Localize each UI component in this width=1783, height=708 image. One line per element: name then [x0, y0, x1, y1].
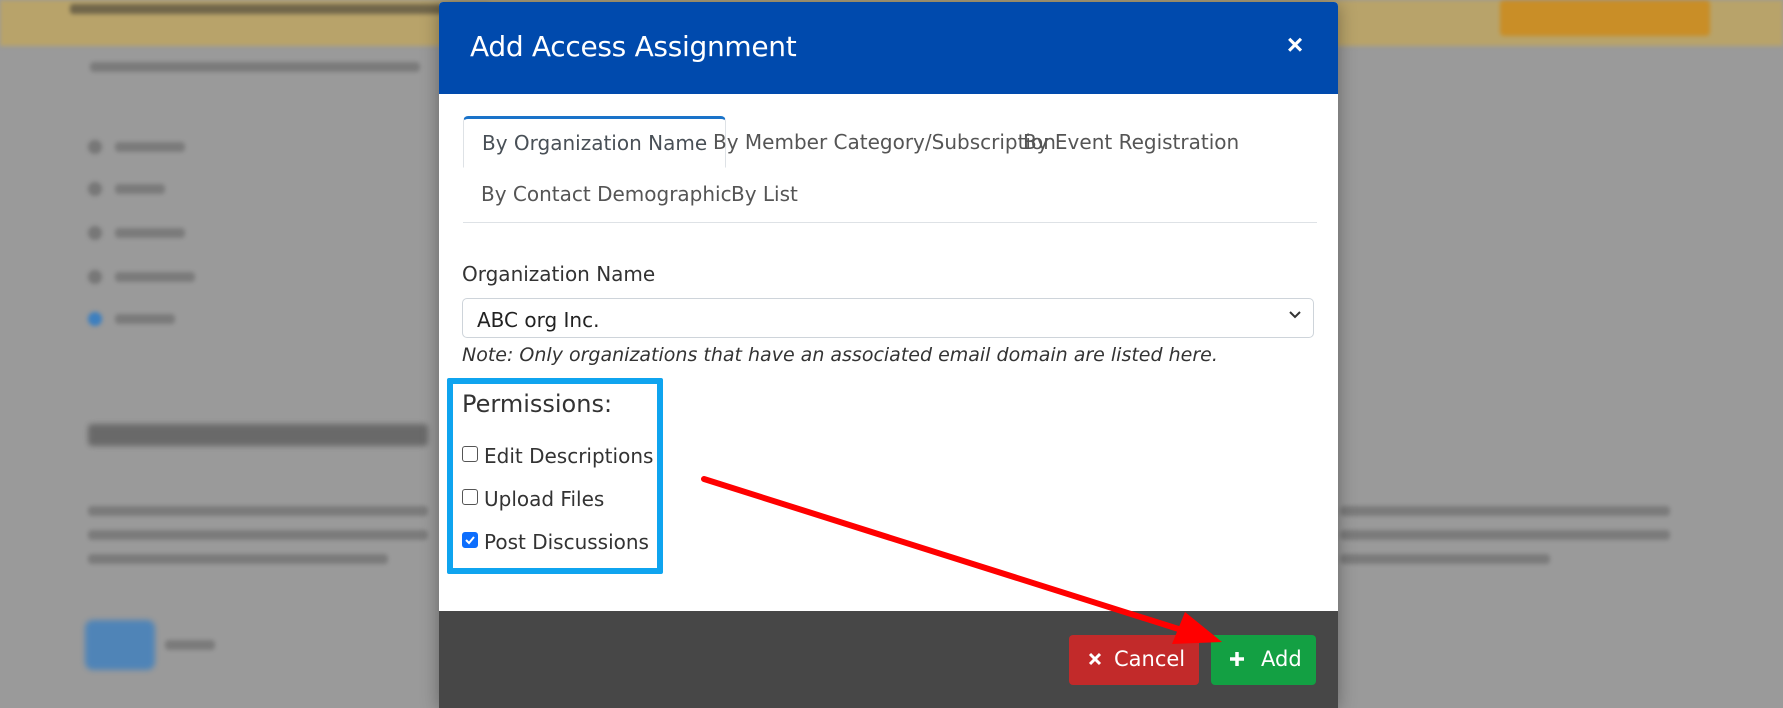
add-button[interactable]: Add — [1211, 635, 1316, 685]
cancel-label: Cancel — [1114, 647, 1186, 671]
tab-by-organization-name[interactable]: By Organization Name — [463, 116, 727, 168]
organization-note: Note: Only organizations that have an as… — [462, 344, 1218, 366]
background-text-line — [165, 640, 215, 650]
background-text-line — [1340, 554, 1550, 564]
permission-label: Edit Descriptions — [484, 444, 654, 468]
close-button[interactable]: × — [1282, 29, 1308, 60]
organization-name-select[interactable]: ABC org Inc. — [462, 298, 1314, 338]
close-icon: × — [1286, 29, 1304, 60]
organization-name-label: Organization Name — [462, 262, 656, 286]
background-bullet — [88, 140, 102, 154]
background-text-line — [88, 530, 428, 540]
background-text-line — [115, 184, 165, 194]
background-bullet — [88, 270, 102, 284]
background-bullet — [88, 182, 102, 196]
permissions-title: Permissions: — [462, 390, 613, 418]
modal-footer: Cancel Add — [439, 611, 1338, 708]
permission-label: Post Discussions — [484, 530, 649, 554]
background-bullet — [88, 226, 102, 240]
background-text-line — [88, 554, 388, 564]
background-text-line — [115, 228, 185, 238]
add-access-assignment-modal: Add Access Assignment × By Organization … — [439, 2, 1338, 708]
background-text-line — [1340, 530, 1670, 540]
plus-icon — [1230, 652, 1244, 666]
background-text-line — [90, 62, 420, 72]
edit-descriptions-checkbox[interactable] — [462, 446, 478, 462]
tab-by-contact-demographic[interactable]: By Contact Demographic — [463, 170, 750, 218]
x-icon — [1088, 652, 1102, 666]
modal-header: Add Access Assignment × — [439, 2, 1338, 94]
background-heading — [88, 424, 428, 446]
background-text-line — [115, 314, 175, 324]
modal-title: Add Access Assignment — [470, 30, 797, 63]
upload-files-checkbox[interactable] — [462, 489, 478, 505]
background-text-line — [88, 506, 428, 516]
add-label: Add — [1261, 647, 1302, 671]
background-text-line — [115, 272, 195, 282]
checkmark-icon — [465, 536, 475, 545]
assignment-tabs: By Organization Name By Member Category/… — [463, 116, 1317, 223]
background-text-line — [1340, 506, 1670, 516]
post-discussions-checkbox[interactable] — [462, 532, 478, 548]
chevron-down-icon — [1289, 311, 1301, 319]
tab-by-event-registration[interactable]: By Event Registration — [1005, 118, 1257, 166]
cancel-button[interactable]: Cancel — [1069, 635, 1199, 685]
background-text-line — [115, 142, 185, 152]
background-bullet — [88, 312, 102, 326]
tab-by-list[interactable]: By List — [713, 170, 816, 218]
organization-selected-value: ABC org Inc. — [477, 308, 600, 332]
permission-label: Upload Files — [484, 487, 605, 511]
background-button — [85, 620, 155, 670]
